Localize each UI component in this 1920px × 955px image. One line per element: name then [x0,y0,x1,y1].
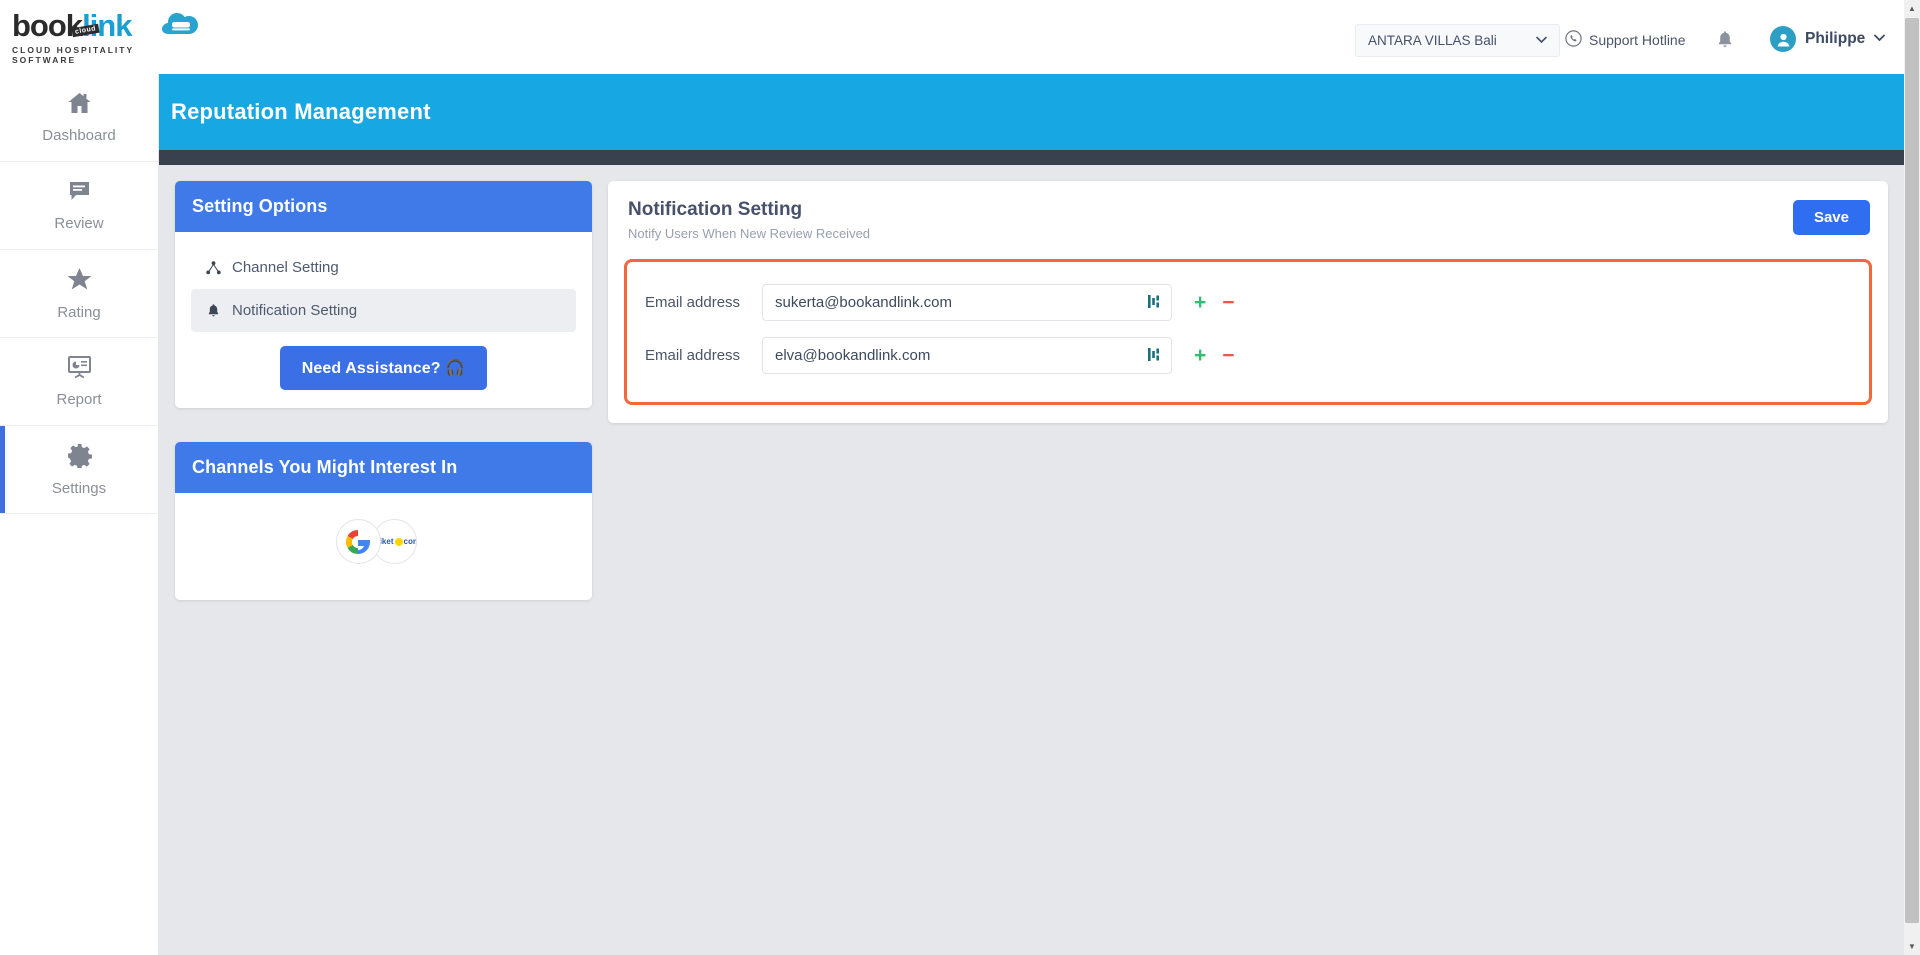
bell-icon [205,303,222,318]
home-icon [67,91,92,120]
sidebar-label-dashboard: Dashboard [42,127,116,144]
sitemap-icon [205,260,222,275]
logo-wordmark: booklink cloud [12,8,198,43]
sidebar-item-rating[interactable]: Rating [0,250,158,338]
setting-option-label-channel: Channel Setting [232,259,339,276]
email-input-wrap [762,337,1172,374]
avatar [1770,26,1796,52]
sidebar-item-report[interactable]: Report [0,338,158,426]
setting-options-body: Channel Setting Notification Setting Nee… [175,232,592,408]
scroll-up-arrow-icon[interactable]: ▲ [1904,0,1920,17]
password-manager-icon[interactable] [1147,293,1162,315]
email-address-label: Email address [645,294,741,311]
sidebar-label-settings: Settings [51,479,107,497]
user-chevron-down-icon [1874,33,1886,45]
setting-option-notification-setting[interactable]: Notification Setting [191,289,576,332]
channels-body: tiketcom [175,493,592,600]
assistance-button-wrap: Need Assistance? 🎧 [191,346,576,390]
main-navigation-rail: Dashboard Review Rating Report Settings [0,74,159,955]
content-area: Setting Options Channel Setting Notifica… [159,165,1904,955]
email-address-label: Email address [645,347,741,364]
whatsapp-icon [1565,30,1582,50]
remove-email-button[interactable]: − [1222,291,1234,315]
setting-options-header: Setting Options [175,181,592,232]
sidebar-item-review[interactable]: Review [0,162,158,250]
comment-icon [67,179,92,208]
channels-panel: Channels You Might Interest In tiketcom [175,442,592,600]
sidebar-label-report: Report [56,391,102,408]
google-logo[interactable] [335,519,381,564]
sidebar-item-dashboard[interactable]: Dashboard [0,74,158,162]
banner-accent-strip [159,150,1904,165]
notification-setting-title: Notification Setting [628,199,803,220]
notification-setting-panel: Notification Setting Notify Users When N… [608,181,1888,423]
hotel-selector-value: ANTARA VILLAS Bali [1368,33,1497,48]
notification-setting-header: Notification Setting Notify Users When N… [608,181,1888,253]
cloud-car-icon [159,12,199,43]
presentation-chart-icon [67,355,92,384]
add-email-button[interactable]: + [1194,291,1206,315]
email-input[interactable] [762,284,1172,321]
page-scrollbar[interactable]: ▲ ▼ [1904,0,1920,955]
gear-icon [67,443,92,473]
logo-tagline: CLOUD HOSPITALITY SOFTWARE [12,45,134,65]
top-bar: booklink cloud CLOUD HOSPITALITY SOFTWAR… [0,0,1904,74]
notification-setting-subtitle: Notify Users When New Review Received [628,226,871,241]
sidebar-label-rating: Rating [57,303,101,321]
channel-logo-group: tiketcom [335,519,432,564]
page-banner: Reputation Management [159,74,1904,150]
sidebar-item-settings[interactable]: Settings [0,426,158,514]
email-input-wrap [762,284,1172,321]
star-icon [66,267,93,297]
brand-logo[interactable]: booklink cloud CLOUD HOSPITALITY SOFTWAR… [12,8,198,65]
user-name-label: Philippe [1805,30,1866,47]
tiket-dot-icon [394,537,403,546]
email-row: Email address + − [627,329,1869,382]
setting-option-channel-setting[interactable]: Channel Setting [191,246,576,289]
save-button[interactable]: Save [1792,200,1870,235]
hotel-selector[interactable]: ANTARA VILLAS Bali [1355,24,1560,57]
notifications-bell-button[interactable] [1715,29,1737,51]
support-hotline-link[interactable]: Support Hotline [1565,30,1686,50]
email-row: Email address + − [627,276,1869,329]
chevron-down-icon [1536,35,1547,47]
setting-options-panel: Setting Options Channel Setting Notifica… [175,181,592,408]
logo-text-book: book [12,8,83,43]
channels-header: Channels You Might Interest In [175,442,592,493]
user-menu[interactable]: Philippe [1770,26,1886,52]
scroll-down-arrow-icon[interactable]: ▼ [1904,938,1920,955]
support-hotline-label: Support Hotline [1589,32,1686,48]
add-email-button[interactable]: + [1194,344,1206,368]
setting-option-label-notification: Notification Setting [232,302,358,319]
sidebar-label-review: Review [54,215,104,232]
email-input[interactable] [762,337,1172,374]
email-recipients-highlight-box: Email address + − Email [624,259,1872,405]
page-title: Reputation Management [171,99,431,124]
password-manager-icon[interactable] [1147,346,1162,368]
need-assistance-button[interactable]: Need Assistance? 🎧 [279,346,488,390]
scrollbar-thumb[interactable] [1905,18,1919,923]
remove-email-button[interactable]: − [1222,344,1234,368]
